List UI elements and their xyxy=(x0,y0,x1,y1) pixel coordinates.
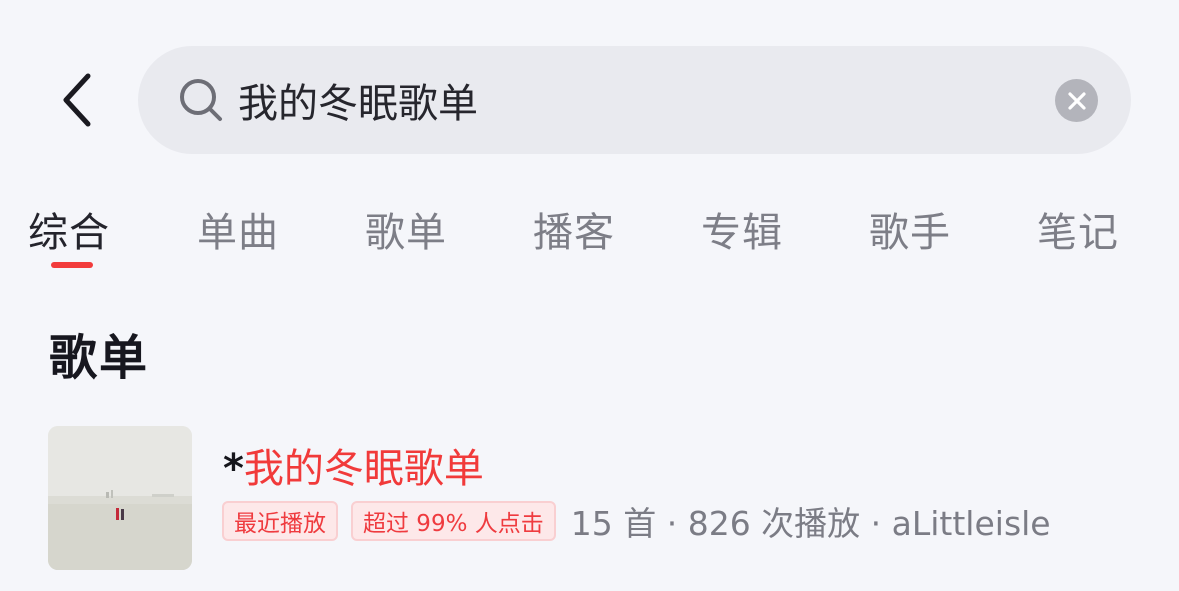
tab-notes[interactable]: 笔记 xyxy=(1037,200,1119,258)
recently-played-badge: 最近播放 xyxy=(222,501,338,541)
tab-playlists[interactable]: 歌单 xyxy=(365,200,447,258)
tab-songs[interactable]: 单曲 xyxy=(197,200,279,258)
clear-search-button[interactable] xyxy=(1055,79,1098,122)
active-tab-indicator xyxy=(51,262,93,268)
back-button[interactable] xyxy=(48,62,108,138)
search-icon xyxy=(180,79,222,121)
playlist-cover-image xyxy=(48,426,192,570)
tab-podcasts[interactable]: 播客 xyxy=(533,200,615,258)
playlist-title: *我的冬眠歌单 xyxy=(223,436,484,494)
playlist-title-highlight: 我的冬眠歌单 xyxy=(243,446,484,492)
tab-albums[interactable]: 专辑 xyxy=(701,200,783,258)
playlist-title-prefix: * xyxy=(223,446,244,492)
top-bar xyxy=(0,0,1179,180)
clear-icon xyxy=(1067,91,1086,110)
search-input[interactable] xyxy=(238,68,1038,132)
playlist-meta-line: 最近播放 超过 99% 人点击 15 首 · 826 次播放 · aLittle… xyxy=(222,500,1051,543)
search-bar[interactable] xyxy=(138,46,1131,154)
popularity-badge: 超过 99% 人点击 xyxy=(351,501,556,541)
tab-overview[interactable]: 综合 xyxy=(28,200,110,258)
playlist-stats: 15 首 · 826 次播放 · aLittleisle xyxy=(570,504,1051,543)
tab-artists[interactable]: 歌手 xyxy=(869,200,951,258)
search-category-tabs: 综合 单曲 歌单 播客 专辑 歌手 笔记 xyxy=(0,190,1179,280)
section-title-playlists: 歌单 xyxy=(49,330,150,386)
back-chevron-icon xyxy=(63,73,91,127)
playlist-result-item[interactable]: *我的冬眠歌单 最近播放 超过 99% 人点击 15 首 · 826 次播放 ·… xyxy=(48,426,1148,572)
